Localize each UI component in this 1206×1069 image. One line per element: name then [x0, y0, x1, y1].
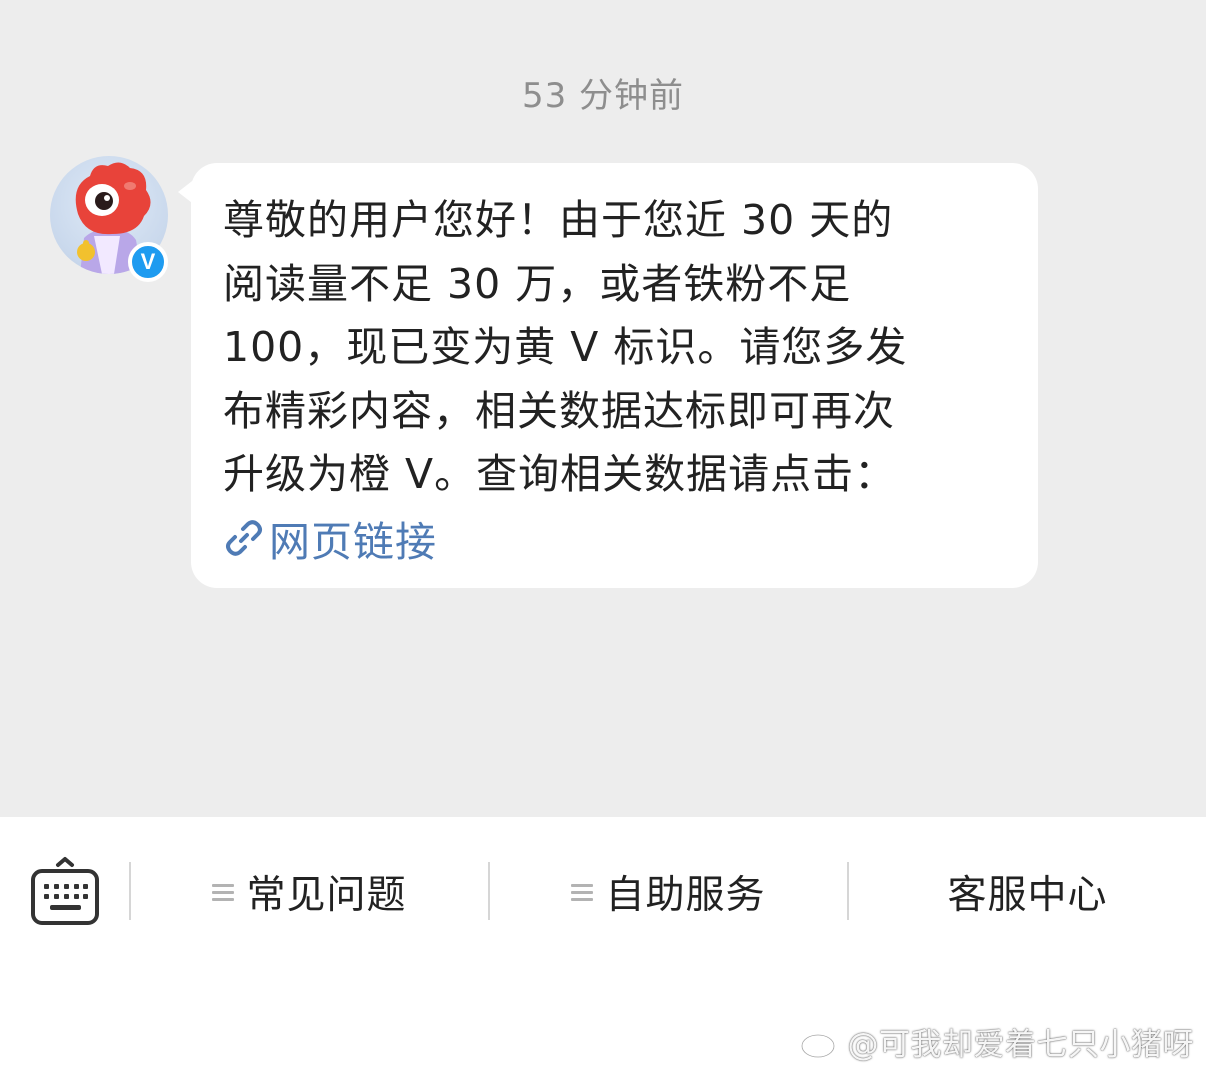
link-icon	[226, 520, 262, 556]
message-bubble[interactable]: 尊敬的用户您好！由于您近 30 天的 阅读量不足 30 万，或者铁粉不足 100…	[191, 163, 1038, 588]
watermark-text: @可我却爱着七只小猪呀	[847, 1026, 1194, 1063]
message-line: 尊敬的用户您好！由于您近 30 天的	[223, 196, 894, 244]
menu-self-service[interactable]: 自助服务	[490, 866, 847, 918]
keyboard-toggle-button[interactable]	[30, 856, 100, 928]
verified-badge-icon: V	[128, 242, 168, 282]
web-link[interactable]: 网页链接	[223, 507, 1008, 570]
message-line: 100，现已变为黄 V 标识。请您多发	[223, 323, 908, 371]
message-text: 尊敬的用户您好！由于您近 30 天的 阅读量不足 30 万，或者铁粉不足 100…	[223, 189, 1008, 507]
message-line: 阅读量不足 30 万，或者铁粉不足	[223, 259, 852, 308]
chat-area[interactable]: 53 分钟前 V 尊敬的用户您好！由于您近 30 天的 阅读量不足 30 万，或…	[0, 0, 1206, 817]
message-timestamp: 53 分钟前	[521, 76, 685, 116]
web-link-label: 网页链接	[269, 518, 437, 566]
menu-faq-label: 常见问题	[246, 873, 407, 918]
message-line: 布精彩内容，相关数据达标即可再次	[223, 386, 895, 435]
menu-lines-icon	[571, 883, 594, 901]
menu-customer-service-label: 客服中心	[947, 873, 1108, 918]
menu-faq[interactable]: 常见问题	[131, 866, 488, 918]
menu-customer-service[interactable]: 客服中心	[849, 866, 1206, 918]
menu-lines-icon	[212, 883, 235, 901]
keyboard-icon	[31, 857, 99, 925]
weibo-logo-icon	[801, 1027, 840, 1058]
menu-self-service-label: 自助服务	[605, 873, 766, 918]
watermark: @可我却爱着七只小猪呀	[800, 1018, 1195, 1064]
message-line: 升级为橙 V。查询相关数据请点击：	[223, 450, 897, 498]
